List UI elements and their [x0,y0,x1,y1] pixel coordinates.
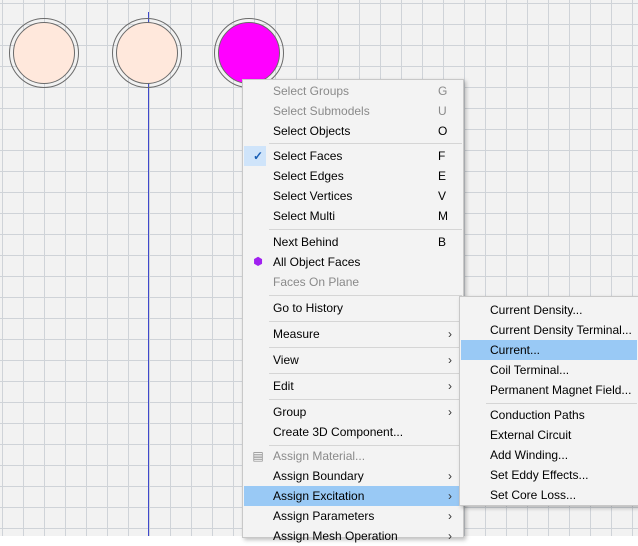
menu-item-label: Select Submodels [273,104,370,118]
submenu-item-add-winding[interactable]: Add Winding... [461,445,637,465]
chevron-right-icon: › [448,489,452,503]
menu-item-label: Assign Parameters [273,509,375,523]
menu-item-label: Current Density... [490,303,583,317]
submenu-item-current[interactable]: Current... [461,340,637,360]
submenu-item-current-density[interactable]: Current Density... [461,300,637,320]
purple-cube-icon: ⬢ [253,256,263,268]
menu-item-go-to-history[interactable]: Go to History [244,298,462,318]
menu-separator [269,399,462,400]
menu-item-select-objects[interactable]: Select Objects O [244,121,462,141]
menu-item-label: Faces On Plane [273,275,360,289]
menu-item-faces-on-plane[interactable]: Faces On Plane [244,272,462,292]
menu-item-select-edges[interactable]: Select Edges E [244,166,462,186]
menu-item-label: Assign Material... [273,449,366,463]
context-menu: Select Groups G Select Submodels U Selec… [242,79,464,543]
menu-item-all-object-faces[interactable]: ⬢ All Object Faces [244,252,462,272]
menu-item-view[interactable]: View › [244,350,462,370]
menu-item-label: Edit [273,379,294,393]
menu-item-label: Assign Mesh Operation [273,529,398,543]
menu-separator [269,373,462,374]
menu-item-label: External Circuit [490,428,572,442]
menu-separator [269,229,462,230]
menu-item-label: Current... [490,343,541,357]
menu-item-label: Select Faces [273,149,343,163]
menu-item-label: Set Eddy Effects... [490,468,589,482]
menu-item-assign-mesh-operation[interactable]: Assign Mesh Operation › [244,526,462,546]
menu-item-label: Select Groups [273,84,350,98]
chevron-right-icon: › [448,509,452,523]
menu-item-next-behind[interactable]: Next Behind B [244,232,462,252]
chevron-right-icon: › [448,405,452,419]
menu-item-assign-excitation[interactable]: Assign Excitation › [244,486,462,506]
menu-item-label: Assign Boundary [273,469,364,483]
chevron-right-icon: › [448,529,452,543]
menu-item-label: Current Density Terminal... [490,323,632,337]
menu-item-label: Select Multi [273,209,336,223]
menu-separator [269,295,462,296]
menu-item-shortcut: U [438,104,447,118]
menu-item-label: Set Core Loss... [490,488,577,502]
menu-item-label: Measure [273,327,320,341]
menu-item-label: All Object Faces [273,255,361,269]
menu-item-shortcut: E [438,169,447,183]
menu-item-label: Select Objects [273,124,351,138]
chevron-right-icon: › [448,379,452,393]
menu-item-label: Add Winding... [490,448,569,462]
chevron-right-icon: › [448,469,452,483]
submenu-item-permanent-magnet-field[interactable]: Permanent Magnet Field... [461,380,637,400]
circle-face-2[interactable] [116,22,178,84]
excitation-submenu: Current Density... Current Density Termi… [459,296,638,506]
menu-item-label: Next Behind [273,235,339,249]
material-stack-icon: ▤ [252,449,264,463]
axis-line [148,12,149,536]
menu-separator [269,143,462,144]
menu-item-label: Go to History [273,301,344,315]
menu-item-shortcut: B [438,235,447,249]
menu-item-assign-parameters[interactable]: Assign Parameters › [244,506,462,526]
menu-item-edit[interactable]: Edit › [244,376,462,396]
chevron-right-icon: › [448,327,452,341]
menu-item-assign-material[interactable]: ▤ Assign Material... [244,446,462,466]
menu-separator [486,403,637,404]
menu-item-label: Conduction Paths [490,408,585,422]
menu-item-shortcut: M [438,209,448,223]
submenu-item-current-density-terminal[interactable]: Current Density Terminal... [461,320,637,340]
menu-separator [269,321,462,322]
circle-object-3-selected[interactable] [214,18,284,88]
menu-item-shortcut: V [438,189,447,203]
submenu-item-external-circuit[interactable]: External Circuit [461,425,637,445]
menu-item-select-vertices[interactable]: Select Vertices V [244,186,462,206]
menu-item-select-multi[interactable]: Select Multi M [244,206,462,226]
menu-item-label: Select Vertices [273,189,353,203]
circle-object-1[interactable] [9,18,79,88]
menu-item-label: Assign Excitation [273,489,365,503]
submenu-item-set-eddy-effects[interactable]: Set Eddy Effects... [461,465,637,485]
menu-item-shortcut: G [438,84,448,98]
menu-item-label: Group [273,405,307,419]
circle-object-2[interactable] [112,18,182,88]
menu-item-select-groups[interactable]: Select Groups G [244,81,462,101]
checkmark-icon: ✓ [252,149,264,163]
menu-item-shortcut: O [438,124,448,138]
submenu-item-coil-terminal[interactable]: Coil Terminal... [461,360,637,380]
submenu-item-conduction-paths[interactable]: Conduction Paths [461,405,637,425]
menu-item-label: View [273,353,299,367]
menu-item-label: Permanent Magnet Field... [490,383,632,397]
menu-item-measure[interactable]: Measure › [244,324,462,344]
menu-item-label: Select Edges [273,169,344,183]
menu-item-shortcut: F [438,149,446,163]
menu-item-group[interactable]: Group › [244,402,462,422]
circle-face-3-selected[interactable] [218,22,280,84]
menu-item-create-3d-component[interactable]: Create 3D Component... [244,422,462,442]
submenu-item-set-core-loss[interactable]: Set Core Loss... [461,485,637,505]
chevron-right-icon: › [448,353,452,367]
menu-item-select-submodels[interactable]: Select Submodels U [244,101,462,121]
menu-separator [269,347,462,348]
menu-item-assign-boundary[interactable]: Assign Boundary › [244,466,462,486]
menu-item-select-faces[interactable]: ✓ Select Faces F [244,146,462,166]
menu-item-label: Coil Terminal... [490,363,570,377]
menu-item-label: Create 3D Component... [273,425,404,439]
circle-face-1[interactable] [13,22,75,84]
